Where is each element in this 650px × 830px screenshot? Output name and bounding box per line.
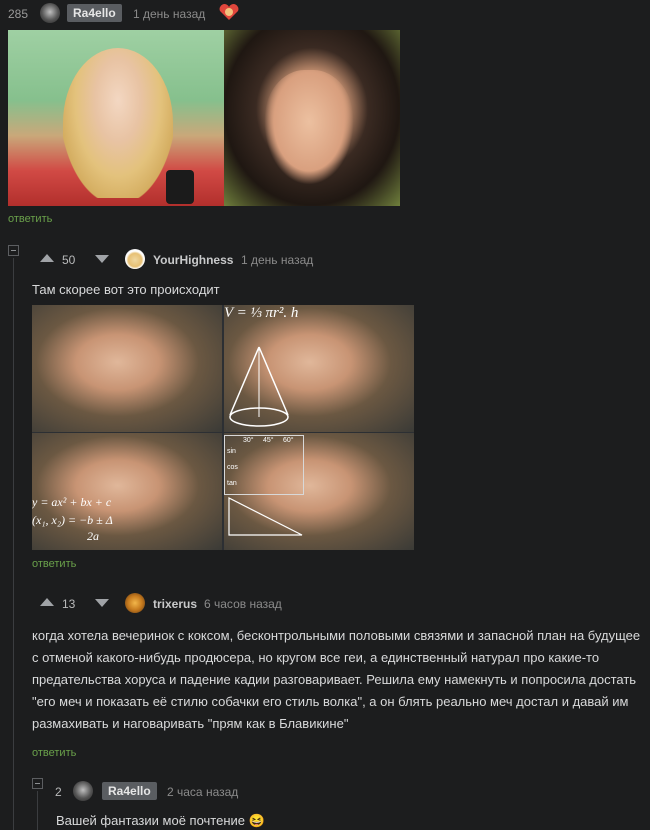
comment-time: 1 день назад — [241, 253, 314, 267]
username-badge[interactable]: Ra4ello — [67, 4, 122, 22]
comment-text: Там скорее вот это происходит — [32, 282, 220, 297]
username[interactable]: trixerus — [153, 597, 197, 611]
comment-time: 1 день назад — [133, 7, 206, 21]
collapse-thread-button[interactable] — [32, 778, 43, 789]
face-brunette — [264, 70, 354, 185]
comment-rating: 285 — [8, 7, 29, 21]
roots-denominator: 2a — [87, 529, 99, 543]
meme-panel-1 — [32, 305, 222, 432]
photo-left — [8, 30, 224, 206]
laughing-emoji-icon: 😆 — [248, 813, 265, 828]
upvote-button[interactable] — [40, 254, 54, 262]
angle-60: 60° — [283, 437, 294, 444]
trig-sin: sin — [227, 448, 236, 455]
collapse-thread-button[interactable] — [8, 245, 19, 256]
triangle-diagram — [228, 497, 303, 536]
downvote-button[interactable] — [95, 599, 109, 607]
angle-30: 30° — [243, 437, 254, 444]
meme-panel-3 — [32, 433, 222, 550]
avatar[interactable] — [40, 3, 60, 23]
trig-table: sin cos tan 30° 45° 60° — [224, 435, 304, 495]
trig-cos: cos — [227, 464, 238, 471]
comment-score: 50 — [62, 253, 76, 267]
comment-score: 13 — [62, 597, 76, 611]
avatar[interactable] — [73, 781, 93, 801]
avatar[interactable] — [125, 249, 145, 269]
face-blonde — [63, 48, 173, 198]
trig-tan: tan — [227, 480, 237, 487]
reply-link[interactable]: ответить — [32, 747, 76, 759]
thread-line — [13, 258, 14, 830]
microphone-icon — [166, 170, 194, 204]
photo-right — [224, 30, 400, 206]
reply-link[interactable]: ответить — [8, 213, 52, 225]
comment-image[interactable] — [8, 30, 400, 206]
username-badge[interactable]: Ra4ello — [102, 782, 157, 800]
roots-formula: (x₁, x₂) = −b ± Δ — [32, 513, 113, 527]
reply-link[interactable]: ответить — [32, 558, 76, 570]
quadratic-formula: y = ax² + bx + c — [32, 495, 112, 509]
downvote-button[interactable] — [95, 255, 109, 263]
comment-time: 6 часов назад — [204, 597, 282, 611]
angle-45: 45° — [263, 437, 274, 444]
username[interactable]: YourHighness — [153, 253, 233, 267]
avatar[interactable] — [125, 593, 145, 613]
comment-text: Вашей фантазии моё почтение 😆 — [56, 810, 265, 830]
comment-text: когда хотела вечеринок с коксом, бесконт… — [32, 628, 641, 731]
heart-award-icon — [218, 3, 240, 21]
upvote-button[interactable] — [40, 598, 54, 606]
volume-formula: V = ⅓ πr². h — [224, 305, 299, 321]
comment-score: 2 — [55, 785, 62, 799]
cone-diagram — [229, 346, 289, 427]
comment-image[interactable]: V = ⅓ πr². h y = ax² + bx + c (x₁, x₂) =… — [32, 305, 414, 550]
comment-text-content: Вашей фантазии моё почтение — [56, 813, 246, 828]
thread-line — [37, 791, 38, 830]
comment-time: 2 часа назад — [167, 785, 239, 799]
